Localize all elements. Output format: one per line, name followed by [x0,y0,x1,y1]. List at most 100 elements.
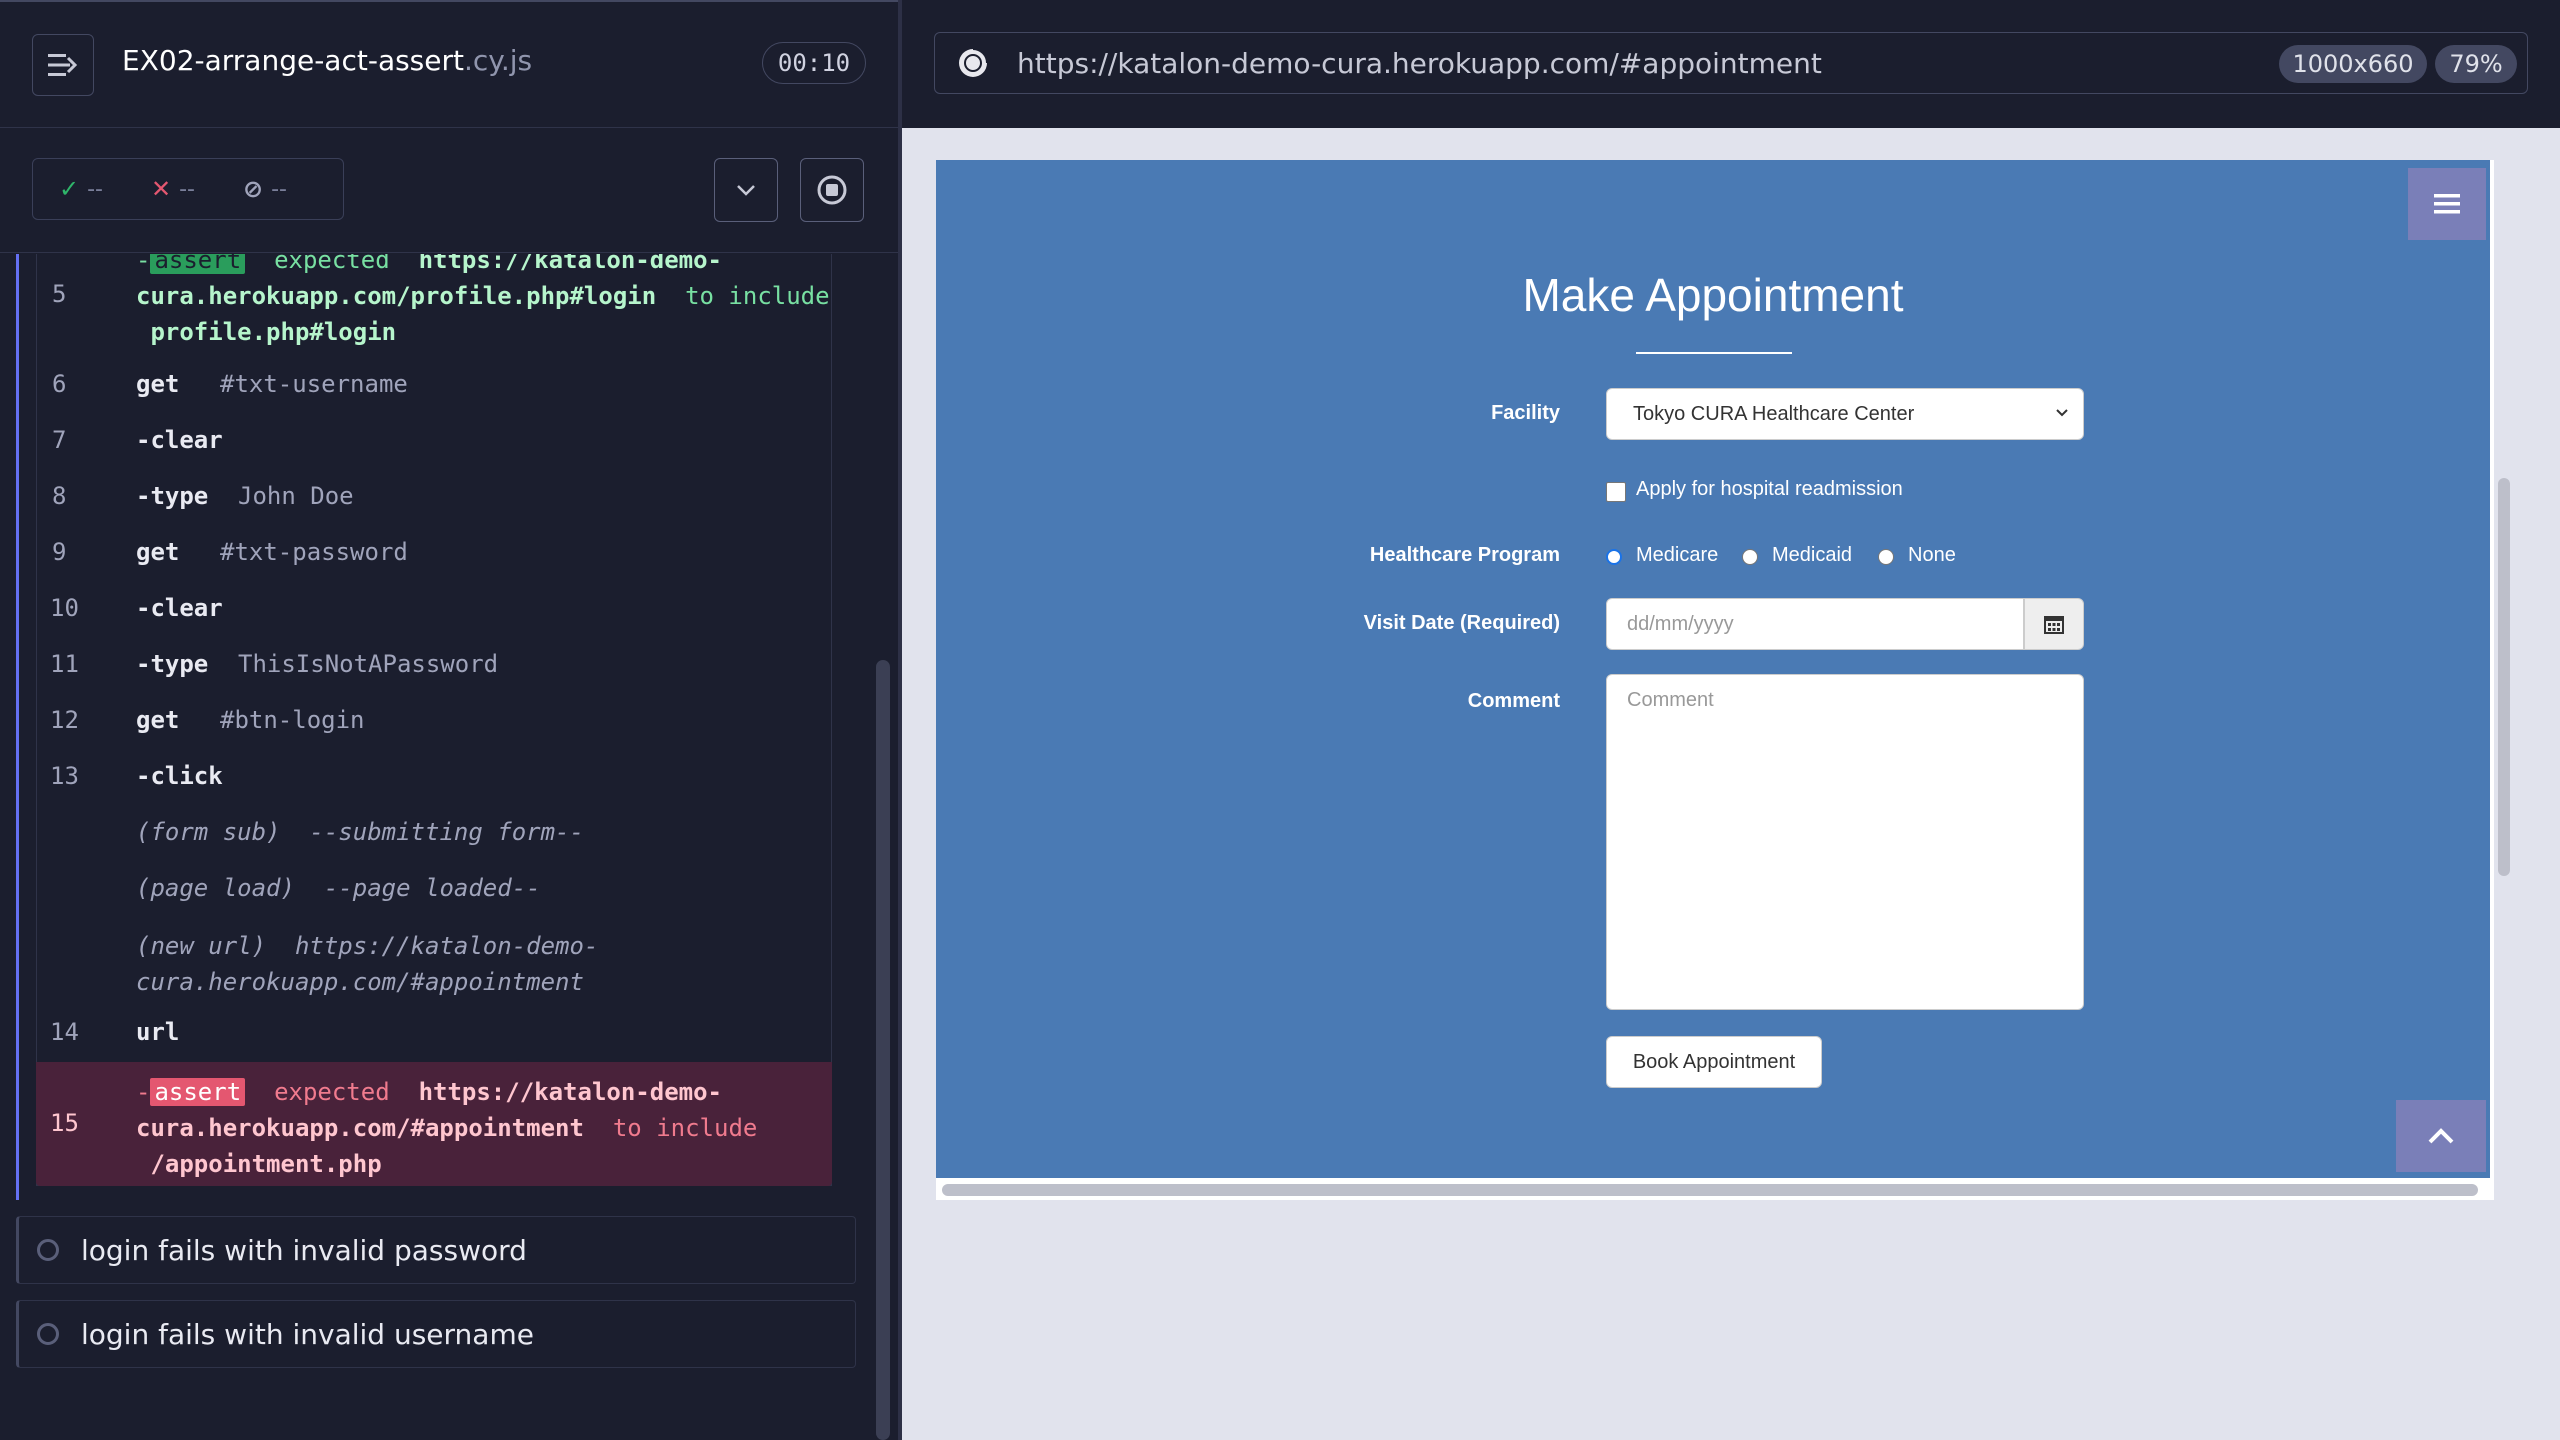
event-row-form-sub[interactable]: (form sub) --submitting form-- [136,818,850,846]
stats-bar: ✓ -- ✕ -- ⊘ -- [0,128,900,253]
command-name: get [136,706,180,734]
url-bar[interactable]: https://katalon-demo-cura.herokuapp.com/… [934,32,2528,94]
scroll-to-top-button[interactable] [2396,1100,2486,1172]
comment-textarea[interactable]: Comment [1606,674,2084,1010]
stop-button[interactable] [800,158,864,222]
test-item[interactable]: login fails with invalid username [16,1300,856,1368]
run-timer: 00:10 [762,42,866,84]
assert-prefix: - [136,1078,151,1106]
command-name: -clear [136,594,223,622]
assert-expected: expected [274,254,390,274]
aut-header: https://katalon-demo-cura.herokuapp.com/… [902,0,2560,128]
passed-count: -- [87,176,103,202]
spec-name: EX02-arrange-act-assert [122,44,464,77]
facility-value: Tokyo CURA Healthcare Center [1633,402,1915,425]
test-title: login fails with invalid password [81,1233,527,1267]
check-icon: ✓ [59,175,80,203]
line-number: 13 [50,762,79,790]
command-name: -clear [136,426,223,454]
title-divider [1636,352,1792,354]
reporter-scrollbar[interactable] [876,660,890,1440]
command-name: get [136,538,180,566]
command-arg: John Doe [238,482,354,510]
line-number: 14 [50,1018,79,1046]
event-message: --page loaded-- [323,874,541,902]
passed-stat: ✓ -- [59,175,103,203]
command-arg: #txt-username [220,370,408,398]
assert-to-include: to include [612,1114,758,1142]
program-label: Healthcare Program [1369,544,1560,566]
test-item[interactable]: login fails with invalid password [16,1216,856,1284]
command-name: get [136,370,180,398]
failed-stat: ✕ -- [151,175,195,203]
stop-icon [817,175,847,205]
menu-toggle-button[interactable] [2408,168,2486,240]
command-name: -click [136,762,223,790]
browser-icon [959,48,988,77]
command-row-assert-pass[interactable]: - assert expected https://katalon-demo- c… [136,254,850,350]
assert-value: /appointment.php [150,1150,382,1178]
assert-to-include: to include [685,282,830,310]
readmission-label[interactable]: Apply for hospital readmission [1636,478,1903,501]
expand-collapse-button[interactable] [714,158,778,222]
spec-extension: .cy.js [464,44,533,77]
readmission-checkbox[interactable] [1606,482,1626,502]
none-label[interactable]: None [1908,544,1956,567]
failed-assert-text: - assert expected https://katalon-demo- c… [136,1074,850,1182]
event-row-page-load[interactable]: (page load) --page loaded-- [136,874,850,902]
event-name: (new url) [136,932,267,960]
event-url-1: https://katalon-demo- [294,932,599,960]
book-appointment-button[interactable]: Book Appointment [1606,1036,1822,1088]
calendar-button[interactable] [2024,598,2084,650]
line-number: 8 [52,482,67,510]
assert-tag: assert [150,1078,246,1106]
x-icon: ✕ [151,175,172,203]
appointment-page: Make Appointment Facility Tokyo CURA Hea… [936,160,2490,1178]
assert-tag: assert [150,254,246,274]
zoom-badge[interactable]: 79% [2435,45,2517,83]
line-number: 10 [50,594,79,622]
command-name: -type [136,650,209,678]
command-name: -type [136,482,209,510]
medicare-label[interactable]: Medicare [1636,544,1718,567]
pending-stat: ⊘ -- [243,175,287,203]
spec-title: EX02-arrange-act-assert.cy.js [122,44,532,77]
line-number: 15 [50,1109,79,1137]
assert-url-2: cura.herokuapp.com/#appointment [136,1114,584,1142]
spec-header: EX02-arrange-act-assert.cy.js 00:10 [0,2,900,128]
assert-expected: expected [274,1078,390,1106]
assert-url-2: cura.herokuapp.com/profile.php#login [136,282,657,310]
failed-count: -- [179,176,195,202]
visit-date-label: Visit Date (Required) [1363,612,1560,634]
pending-count: -- [271,176,287,202]
line-number: 12 [50,706,79,734]
skip-icon: ⊘ [243,175,264,203]
pending-circle-icon [37,1239,59,1261]
chevron-down-icon [2056,409,2068,417]
line-number: 9 [52,538,67,566]
url-text: https://katalon-demo-cura.herokuapp.com/… [1017,47,1822,80]
page-title: Make Appointment [1522,269,1904,321]
none-radio[interactable] [1878,549,1894,565]
medicare-radio[interactable] [1606,549,1622,565]
event-row-new-url[interactable]: (new url) https://katalon-demo- cura.her… [136,928,850,1000]
specs-list-icon [48,54,78,76]
command-name: url [136,1018,180,1046]
command-log: - assert expected https://katalon-demo- c… [16,254,850,1200]
event-name: (form sub) [136,818,281,846]
iframe-vertical-scrollbar[interactable] [2498,478,2510,876]
iframe-horizontal-scrollbar[interactable] [942,1184,2478,1196]
chevron-up-icon [2428,1128,2454,1144]
command-arg: ThisIsNotAPassword [238,650,499,678]
facility-label: Facility [1491,402,1560,424]
comment-label: Comment [1467,690,1560,712]
event-url-2: cura.herokuapp.com/#appointment [136,968,584,996]
medicaid-label[interactable]: Medicaid [1772,544,1852,567]
medicaid-radio[interactable] [1742,549,1758,565]
viewport-size-badge[interactable]: 1000x660 [2279,45,2427,83]
command-arg: #txt-password [220,538,408,566]
toggle-specs-button[interactable] [32,34,94,96]
visit-date-input[interactable]: dd/mm/yyyy [1606,598,2024,650]
facility-select[interactable]: Tokyo CURA Healthcare Center [1606,388,2084,440]
assert-url-1: https://katalon-demo- [418,1078,722,1106]
